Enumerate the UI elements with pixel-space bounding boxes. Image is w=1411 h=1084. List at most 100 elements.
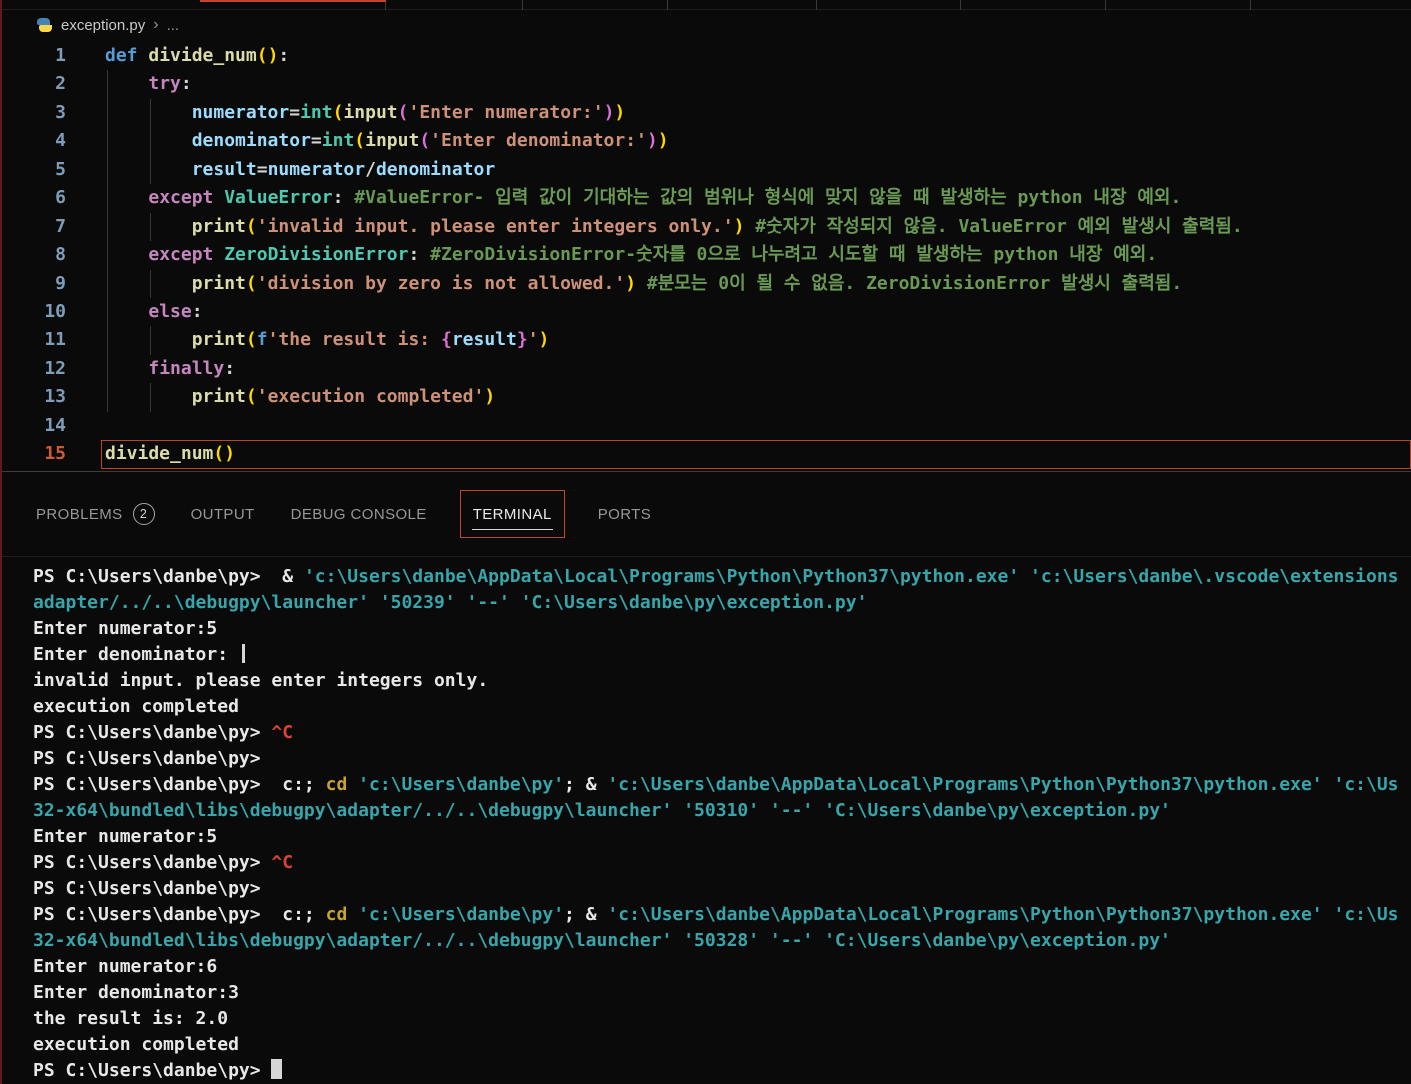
terminal-text: PS C:\Users\danbe\py> c:; (33, 904, 326, 925)
code-line[interactable]: 13 print('execution completed') (0, 383, 1411, 412)
code-token: result (191, 158, 257, 180)
terminal-text: PS C:\Users\danbe\py> (33, 748, 261, 769)
code-line[interactable]: 8 except ZeroDivisionError: #ZeroDivisio… (0, 241, 1411, 270)
code-token: ) (484, 386, 496, 408)
panel-tab-label: PROBLEMS (36, 505, 123, 523)
terminal-line: Enter numerator:5 (33, 616, 1411, 642)
tab-divider (816, 0, 817, 10)
code-token: denominator (191, 130, 311, 152)
terminal-text: PS C:\Users\danbe\py> (33, 852, 272, 873)
code-token: 'invalid input. please enter integers on… (256, 215, 734, 237)
code-line[interactable]: 10 else: (0, 297, 1411, 327)
terminal-line: PS C:\Users\danbe\py> ^C (33, 720, 1411, 746)
code-line[interactable]: 14 (0, 412, 1411, 440)
code-line[interactable]: 15 divide_num() (0, 440, 1411, 469)
code-editor[interactable]: 1 def divide_num(): 2 try: 3 numerator=int(… (0, 40, 1411, 471)
code-line[interactable]: 3 numerator=int(input('Enter numerator:'… (0, 98, 1411, 128)
terminal-text: 32-x64\bundled\libs\debugpy\adapter/../.… (33, 930, 1171, 951)
terminal-text: the result is: 2.0 (33, 1008, 229, 1029)
terminal-text: ; & (564, 774, 608, 795)
code-token: numerator (267, 158, 366, 180)
code-token: ( (245, 329, 257, 351)
terminal-line: PS C:\Users\danbe\py> (33, 1058, 1411, 1084)
bottom-panel: PROBLEMS 2 OUTPUT DEBUG CONSOLE TERMINAL PORT… (0, 471, 1411, 1084)
code-text: finally: (105, 355, 235, 383)
code-line[interactable]: 7 print('invalid input. please enter int… (0, 212, 1411, 242)
panel-tab-ports[interactable]: PORTS (595, 490, 654, 538)
terminal-text: PS C:\Users\danbe\py> (33, 1060, 272, 1081)
terminal-text: 'c:\Us (1333, 904, 1399, 925)
terminal-line: PS C:\Users\danbe\py> (33, 746, 1411, 772)
line-number: 11 (44, 329, 66, 351)
code-token: ) (733, 215, 745, 237)
code-token: except (148, 187, 225, 209)
panel-tab-debug-console[interactable]: DEBUG CONSOLE (288, 490, 430, 538)
line-number: 6 (55, 187, 66, 209)
code-line[interactable]: 4 denominator=int(input('Enter denominat… (0, 127, 1411, 156)
terminal-line: Enter denominator: (33, 642, 1411, 668)
code-token: { (440, 329, 452, 351)
code-token: ( (245, 215, 257, 237)
code-token: numerator (191, 101, 290, 123)
terminal-text: adapter/../..\debugpy\launcher' '50239' … (33, 592, 868, 613)
line-number: 8 (55, 244, 66, 266)
code-token: ( (245, 386, 257, 408)
current-line-highlight (101, 440, 1411, 469)
panel-tab-problems[interactable]: PROBLEMS 2 (33, 490, 158, 538)
code-token: def (105, 45, 149, 66)
code-line[interactable]: 6 except ValueError: #ValueError- 입력 값이 … (0, 184, 1411, 213)
terminal-text: execution completed (33, 1034, 239, 1055)
code-token: ( (354, 130, 366, 152)
terminal-text: 'c:\Users\danbe\.vscode\extensions (1030, 566, 1399, 587)
terminal-line: Enter denominator:3 (33, 980, 1411, 1006)
tab-divider (960, 0, 961, 10)
terminal-line: execution completed (33, 694, 1411, 720)
panel-tab-label: OUTPUT (190, 505, 255, 523)
breadcrumb-more[interactable]: ... (167, 17, 180, 34)
panel-tab-label: PORTS (597, 505, 652, 523)
python-icon-bottom (39, 24, 52, 32)
panel-tab-bar: PROBLEMS 2 OUTPUT DEBUG CONSOLE TERMINAL PORT… (0, 472, 1411, 557)
code-token: #ValueError- 입력 값이 기대하는 값의 범위나 형식에 맞지 않을… (354, 187, 1182, 209)
terminal-text: Enter numerator:5 (33, 618, 218, 639)
line-number: 3 (55, 101, 66, 123)
code-token: ) (657, 130, 669, 152)
terminal-text: execution completed (33, 696, 239, 717)
breadcrumb: exception.py › ... (0, 10, 1411, 40)
code-line[interactable]: 11 print(f'the result is: {result}') (0, 326, 1411, 355)
code-token: ) (538, 329, 550, 351)
terminal-line: PS C:\Users\danbe\py> c:; cd 'c:\Users\d… (33, 902, 1411, 928)
terminal-text: invalid input. please enter integers onl… (33, 670, 489, 691)
panel-tab-label: DEBUG CONSOLE (290, 505, 427, 523)
terminal-cursor (271, 1059, 283, 1079)
code-token: ValueError (224, 187, 333, 209)
code-token: ) (603, 101, 615, 123)
code-line[interactable]: 9 print('division by zero is not allowed… (0, 269, 1411, 298)
terminal-output[interactable]: PS C:\Users\danbe\py> & 'c:\Users\danbe\… (0, 558, 1411, 1084)
terminal-text: 'c:\Users\danbe\py' (358, 904, 565, 925)
code-token: : (332, 187, 355, 209)
code-text: print('execution completed') (105, 383, 495, 411)
code-token: = (289, 101, 301, 123)
editor-tab-strip[interactable] (0, 0, 1411, 10)
code-line[interactable]: 2 try: (0, 70, 1411, 99)
code-line[interactable]: 1 def divide_num(): (0, 42, 1411, 70)
panel-tab-terminal[interactable]: TERMINAL (459, 490, 565, 538)
line-number: 9 (55, 272, 66, 294)
line-number: 4 (55, 130, 66, 152)
terminal-text: cd (325, 774, 348, 795)
code-line[interactable]: 5 result=numerator/denominator (0, 155, 1411, 185)
code-text: else: (105, 298, 202, 326)
code-token: ( (245, 272, 257, 294)
breadcrumb-file[interactable]: exception.py (61, 17, 145, 34)
code-token: input (343, 101, 398, 123)
code-line[interactable]: 12 finally: (0, 354, 1411, 384)
panel-tab-output[interactable]: OUTPUT (188, 490, 258, 538)
terminal-text: Enter numerator:6 (33, 956, 218, 977)
